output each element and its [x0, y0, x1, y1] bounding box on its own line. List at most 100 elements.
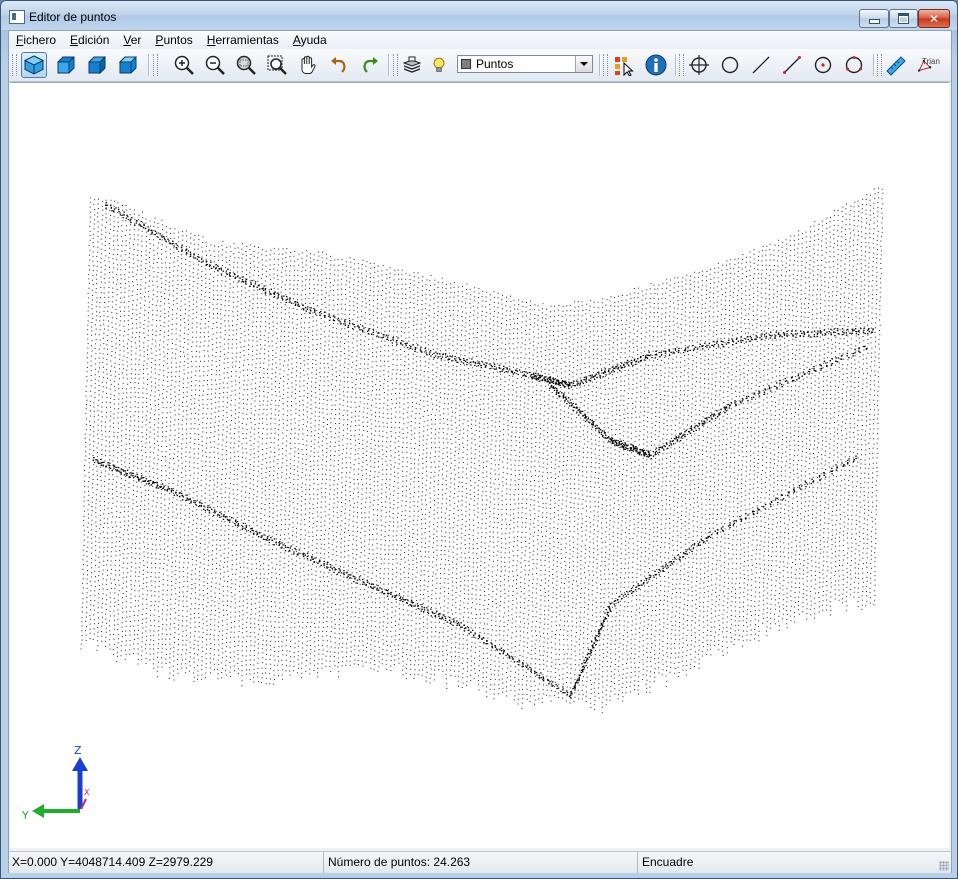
- line-points-icon: [783, 56, 801, 74]
- z-axis-head: [72, 757, 88, 771]
- menu-herramientas[interactable]: Herramientas: [200, 31, 286, 49]
- maximize-icon: [898, 13, 909, 24]
- menu-bar: Fichero Edición Ver Puntos Herramientas …: [9, 31, 951, 49]
- triangulate-button[interactable]: Trian: [913, 52, 941, 78]
- select-points-button[interactable]: [611, 52, 637, 78]
- axis-indicator: Z Y X: [21, 744, 90, 822]
- zoom-extents-icon: [267, 55, 287, 75]
- status-coordinates: X=0.000 Y=4048714.409 Z=2979.229: [12, 855, 213, 869]
- info-button[interactable]: [643, 52, 669, 78]
- view-3d-icon: [23, 55, 45, 75]
- layer-visibility-button[interactable]: [429, 52, 449, 78]
- zoom-out-icon: [205, 55, 225, 75]
- line-icon: [752, 56, 770, 74]
- toolbar-separator: [388, 54, 390, 76]
- client-area: Fichero Edición Ver Puntos Herramientas …: [8, 30, 952, 873]
- triangulate-label: Trian: [922, 57, 940, 66]
- menu-ver[interactable]: Ver: [116, 31, 148, 49]
- circle-center-tool-button[interactable]: [810, 52, 836, 78]
- point-tool-button[interactable]: [686, 52, 712, 78]
- pan-hand-icon: [301, 55, 316, 74]
- view-front-button[interactable]: [53, 52, 79, 78]
- toolbar-separator: [148, 54, 150, 76]
- menu-label: untos: [163, 33, 193, 47]
- title-bar[interactable]: Editor de puntos ✕: [1, 1, 957, 30]
- redo-button[interactable]: [357, 52, 383, 78]
- zoom-extents-button[interactable]: [264, 52, 290, 78]
- y-axis-label: Y: [21, 809, 29, 822]
- undo-icon: [331, 57, 346, 73]
- undo-button[interactable]: [326, 52, 352, 78]
- status-bar: X=0.000 Y=4048714.409 Z=2979.229 Número …: [9, 851, 951, 873]
- maximize-button[interactable]: [889, 9, 918, 28]
- view-front-icon: [57, 56, 75, 74]
- circle-icon: [721, 56, 739, 74]
- line-points-tool-button[interactable]: [779, 52, 805, 78]
- layer-color-swatch: [461, 59, 471, 69]
- toolbar-grip[interactable]: [603, 54, 608, 76]
- menu-mnemonic: A: [292, 33, 301, 47]
- menu-label: dición: [78, 33, 110, 47]
- redo-icon: [363, 57, 378, 73]
- circle-center-icon: [814, 56, 832, 74]
- resize-grip[interactable]: [939, 861, 949, 871]
- menu-label: erramientas: [215, 33, 279, 47]
- toolbar-grip[interactable]: [877, 54, 882, 76]
- toolbar-separator: [675, 54, 677, 76]
- point-cloud-viewport[interactable]: Z Y X: [10, 82, 949, 848]
- zoom-out-button[interactable]: [202, 52, 228, 78]
- toolbar-grip[interactable]: [393, 54, 398, 76]
- layer-select[interactable]: Puntos: [457, 55, 593, 73]
- menu-label: ichero: [23, 33, 57, 47]
- x-axis-label: X: [84, 788, 90, 797]
- zoom-window-icon: [236, 55, 256, 75]
- menu-puntos[interactable]: Puntos: [148, 31, 199, 49]
- circle-points-icon: [845, 56, 863, 74]
- close-button[interactable]: ✕: [918, 9, 950, 28]
- zoom-window-button[interactable]: [233, 52, 259, 78]
- point-cloud-ridge: [105, 202, 874, 389]
- toolbar-separator: [599, 54, 601, 76]
- menu-mnemonic: E: [70, 33, 79, 47]
- menu-label: er: [130, 33, 142, 47]
- pan-button[interactable]: [295, 52, 321, 78]
- app-window: Editor de puntos ✕ Fichero Edición Ver P…: [0, 0, 958, 879]
- chevron-down-icon[interactable]: [575, 56, 592, 72]
- point-cloud-ridge: [92, 455, 857, 699]
- view-top-button[interactable]: [115, 52, 141, 78]
- menu-label: yuda: [300, 33, 327, 47]
- point-cloud-points: [80, 187, 884, 714]
- line-tool-button[interactable]: [748, 52, 774, 78]
- menu-fichero[interactable]: Fichero: [9, 31, 63, 49]
- app-icon[interactable]: [9, 10, 25, 24]
- toolbar-grip[interactable]: [153, 54, 158, 76]
- status-mode: Encuadre: [637, 852, 951, 873]
- zoom-in-button[interactable]: [171, 52, 197, 78]
- layer-stack-icon: [402, 56, 422, 73]
- view-side-button[interactable]: [84, 52, 110, 78]
- menu-ayuda[interactable]: Ayuda: [286, 31, 334, 49]
- toolbar: Puntos Trian: [9, 49, 951, 82]
- close-icon: ✕: [928, 11, 940, 26]
- status-point-count: Número de puntos: 24.263: [323, 852, 637, 873]
- toolbar-grip[interactable]: [12, 54, 17, 76]
- layer-select-value: Puntos: [476, 57, 514, 71]
- menu-mnemonic: V: [123, 33, 131, 47]
- ruler-icon: [886, 56, 906, 76]
- zoom-in-icon: [174, 55, 194, 75]
- toolbar-separator: [873, 54, 875, 76]
- info-icon: [645, 54, 667, 76]
- toolbar-grip[interactable]: [679, 54, 684, 76]
- view-3d-button[interactable]: [21, 52, 47, 78]
- point-cloud-canvas[interactable]: [10, 83, 949, 848]
- minimize-button[interactable]: [859, 9, 889, 28]
- lightbulb-icon: [433, 57, 445, 72]
- minimize-icon: [868, 19, 880, 24]
- view-side-icon: [88, 55, 106, 75]
- select-points-icon: [615, 57, 634, 76]
- circle-tool-button[interactable]: [717, 52, 743, 78]
- layer-stack-button[interactable]: [400, 52, 424, 78]
- measure-button[interactable]: [883, 52, 909, 78]
- circle-points-tool-button[interactable]: [841, 52, 867, 78]
- menu-edicion[interactable]: Edición: [63, 31, 116, 49]
